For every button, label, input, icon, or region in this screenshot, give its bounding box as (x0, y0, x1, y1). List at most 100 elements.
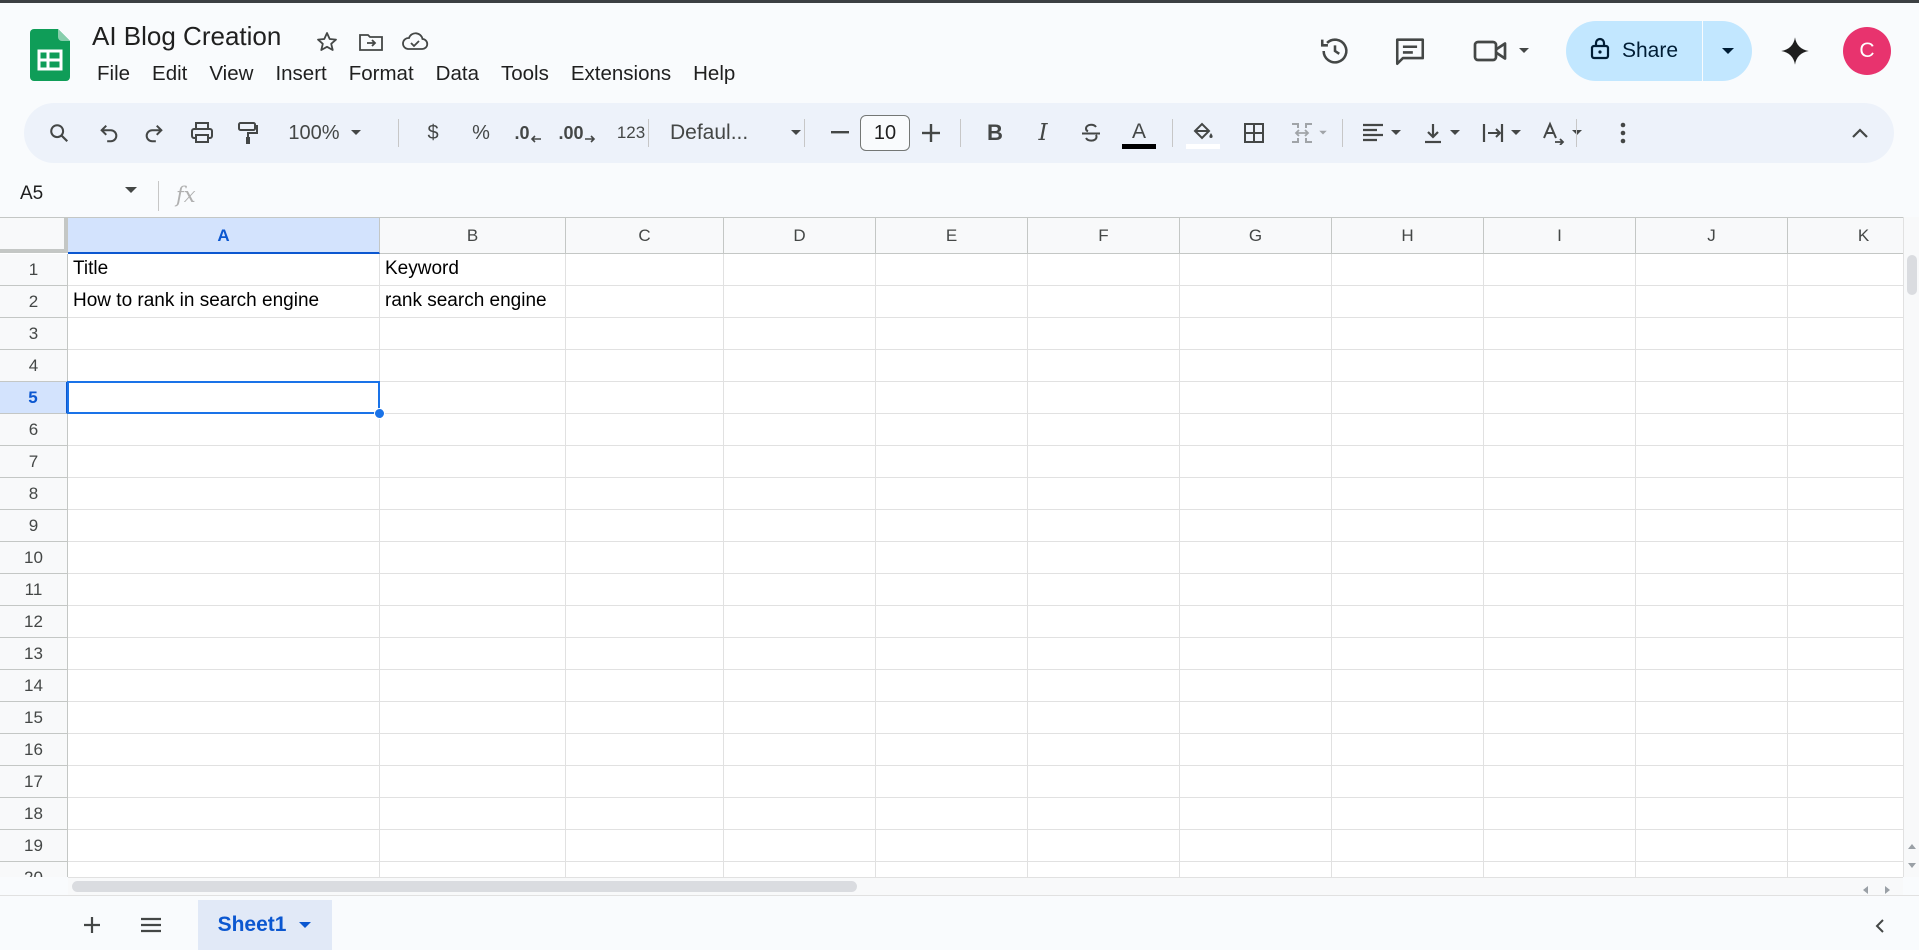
print-icon[interactable] (184, 103, 220, 163)
cell-f17[interactable] (1028, 766, 1180, 798)
cell-f15[interactable] (1028, 702, 1180, 734)
cell-b13[interactable] (380, 638, 566, 670)
cell-i20[interactable] (1484, 862, 1636, 877)
cell-c4[interactable] (566, 350, 724, 382)
row-header-17[interactable]: 17 (0, 766, 68, 798)
cell-b5[interactable] (380, 382, 566, 414)
cell-g8[interactable] (1180, 478, 1332, 510)
cell-b6[interactable] (380, 414, 566, 446)
cell-a14[interactable] (68, 670, 380, 702)
meet-button[interactable] (1468, 29, 1534, 73)
cell-b20[interactable] (380, 862, 566, 877)
cell-a19[interactable] (68, 830, 380, 862)
cell-j2[interactable] (1636, 286, 1788, 318)
column-header-d[interactable]: D (724, 218, 876, 254)
cell-h8[interactable] (1332, 478, 1484, 510)
cell-i19[interactable] (1484, 830, 1636, 862)
cell-j11[interactable] (1636, 574, 1788, 606)
share-button[interactable]: Share (1566, 21, 1702, 81)
row-header-19[interactable]: 19 (0, 830, 68, 862)
cell-f2[interactable] (1028, 286, 1180, 318)
cell-i16[interactable] (1484, 734, 1636, 766)
cell-i8[interactable] (1484, 478, 1636, 510)
row-header-6[interactable]: 6 (0, 414, 68, 446)
cell-c13[interactable] (566, 638, 724, 670)
cell-g12[interactable] (1180, 606, 1332, 638)
cell-g7[interactable] (1180, 446, 1332, 478)
cell-h9[interactable] (1332, 510, 1484, 542)
add-sheet-icon[interactable] (72, 905, 112, 945)
font-size-input[interactable]: 10 (860, 115, 910, 151)
row-header-20[interactable]: 20 (0, 862, 68, 877)
cell-b18[interactable] (380, 798, 566, 830)
cloud-saved-icon[interactable] (400, 27, 430, 57)
cell-c8[interactable] (566, 478, 724, 510)
fill-handle[interactable] (374, 408, 385, 419)
collapse-toolbar-icon[interactable] (1840, 103, 1880, 163)
cell-b17[interactable] (380, 766, 566, 798)
cell-j1[interactable] (1636, 254, 1788, 286)
vertical-scrollbar[interactable] (1903, 217, 1919, 877)
cell-f6[interactable] (1028, 414, 1180, 446)
cell-k13[interactable] (1788, 638, 1903, 670)
cell-h1[interactable] (1332, 254, 1484, 286)
cell-e4[interactable] (876, 350, 1028, 382)
row-header-4[interactable]: 4 (0, 350, 68, 382)
cell-h12[interactable] (1332, 606, 1484, 638)
row-header-7[interactable]: 7 (0, 446, 68, 478)
cell-k1[interactable] (1788, 254, 1903, 286)
cell-a8[interactable] (68, 478, 380, 510)
cell-a3[interactable] (68, 318, 380, 350)
column-header-j[interactable]: J (1636, 218, 1788, 254)
cell-d1[interactable] (724, 254, 876, 286)
menu-tools[interactable]: Tools (490, 60, 560, 88)
zoom-select[interactable]: 100% (282, 103, 368, 163)
cell-b9[interactable] (380, 510, 566, 542)
undo-icon[interactable] (92, 103, 126, 163)
cell-h10[interactable] (1332, 542, 1484, 574)
italic-button[interactable]: I (1024, 103, 1062, 163)
cell-e20[interactable] (876, 862, 1028, 877)
cell-a6[interactable] (68, 414, 380, 446)
cell-k8[interactable] (1788, 478, 1903, 510)
cell-h7[interactable] (1332, 446, 1484, 478)
font-size-field[interactable]: 10 (856, 103, 914, 163)
column-header-c[interactable]: C (566, 218, 724, 254)
cell-e18[interactable] (876, 798, 1028, 830)
cell-i5[interactable] (1484, 382, 1636, 414)
cell-c11[interactable] (566, 574, 724, 606)
cell-d5[interactable] (724, 382, 876, 414)
cell-j15[interactable] (1636, 702, 1788, 734)
cell-i10[interactable] (1484, 542, 1636, 574)
cell-k19[interactable] (1788, 830, 1903, 862)
vertical-scroll-thumb[interactable] (1907, 255, 1917, 295)
cell-b15[interactable] (380, 702, 566, 734)
cell-k11[interactable] (1788, 574, 1903, 606)
move-folder-icon[interactable] (356, 27, 386, 57)
cell-b12[interactable] (380, 606, 566, 638)
cell-j4[interactable] (1636, 350, 1788, 382)
cell-f11[interactable] (1028, 574, 1180, 606)
cell-g1[interactable] (1180, 254, 1332, 286)
cell-i13[interactable] (1484, 638, 1636, 670)
cell-a10[interactable] (68, 542, 380, 574)
cell-f18[interactable] (1028, 798, 1180, 830)
merge-cells-button[interactable] (1282, 103, 1336, 163)
cell-h17[interactable] (1332, 766, 1484, 798)
vertical-align-button[interactable] (1414, 103, 1470, 163)
cell-a17[interactable] (68, 766, 380, 798)
cell-e11[interactable] (876, 574, 1028, 606)
cell-e9[interactable] (876, 510, 1028, 542)
cell-c10[interactable] (566, 542, 724, 574)
cell-a18[interactable] (68, 798, 380, 830)
cell-a13[interactable] (68, 638, 380, 670)
cell-f12[interactable] (1028, 606, 1180, 638)
cell-b3[interactable] (380, 318, 566, 350)
cell-d17[interactable] (724, 766, 876, 798)
row-header-9[interactable]: 9 (0, 510, 68, 542)
cell-a2[interactable]: How to rank in search engine (68, 286, 380, 318)
row-header-8[interactable]: 8 (0, 478, 68, 510)
row-header-1[interactable]: 1 (0, 254, 68, 286)
cell-c14[interactable] (566, 670, 724, 702)
cell-f9[interactable] (1028, 510, 1180, 542)
